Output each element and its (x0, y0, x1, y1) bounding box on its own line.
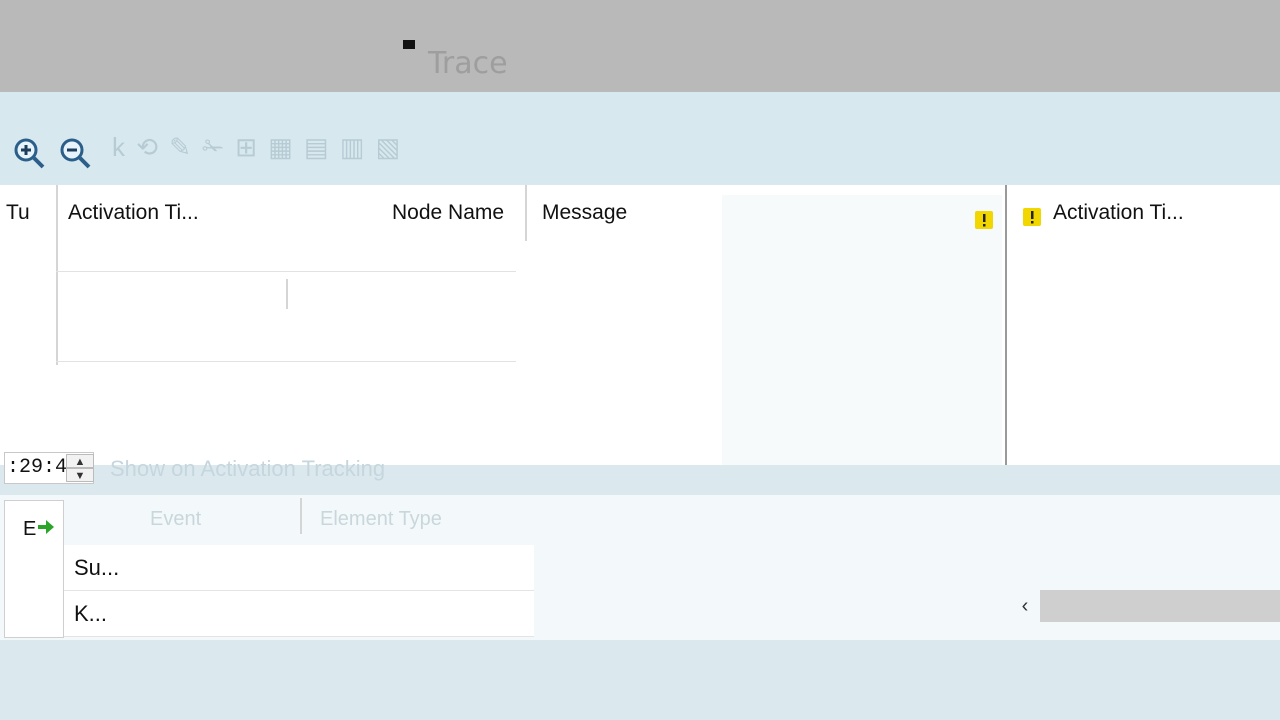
list-item[interactable]: Su... (64, 545, 534, 591)
column-divider[interactable] (525, 185, 527, 241)
warning-icon (975, 211, 993, 229)
scroll-left-icon[interactable]: ‹ (1012, 592, 1038, 620)
time-spinner[interactable]: ▲ ▼ (66, 454, 94, 482)
column-divider[interactable] (286, 279, 288, 309)
window-title: Trace (428, 46, 508, 81)
column-header-element-type[interactable]: Element Type (320, 508, 442, 531)
warning-icon (1023, 208, 1041, 226)
column-header-tu[interactable]: Tu (0, 185, 56, 241)
spin-down-icon[interactable]: ▼ (66, 468, 94, 482)
window-icon (403, 40, 415, 49)
column-header-node-name[interactable]: Node Name (320, 185, 520, 241)
zoom-out-icon[interactable] (58, 136, 92, 170)
svg-text:E: E (23, 518, 36, 539)
filter-label: Show on Activation Tracking (110, 456, 386, 481)
grid-row-separator (56, 361, 516, 362)
column-header-activation-time-right[interactable]: Activation Ti... (1047, 185, 1277, 241)
spin-up-icon[interactable]: ▲ (66, 454, 94, 468)
column-divider[interactable] (300, 498, 302, 534)
toolbar-faded-buttons: k ⟲ ✎ ✁ ⊞ ▦ ▤ ▥ ▧ (112, 132, 403, 162)
horizontal-scrollbar[interactable] (1040, 590, 1280, 622)
window-titlebar (0, 0, 1280, 92)
event-icon-column: E (4, 500, 64, 638)
column-divider[interactable] (56, 185, 58, 365)
zoom-in-icon[interactable] (12, 136, 46, 170)
grid-row-separator (56, 271, 516, 272)
list-item[interactable]: K... (64, 591, 534, 637)
column-header-activation-time[interactable]: Activation Ti... (62, 185, 292, 241)
column-header-message[interactable]: Message (536, 185, 716, 241)
event-arrow-icon: E (23, 518, 54, 539)
message-detail-panel (722, 195, 1002, 465)
activation-panel: Activation Ti... (1005, 185, 1280, 465)
column-header-event[interactable]: Event (150, 508, 201, 531)
